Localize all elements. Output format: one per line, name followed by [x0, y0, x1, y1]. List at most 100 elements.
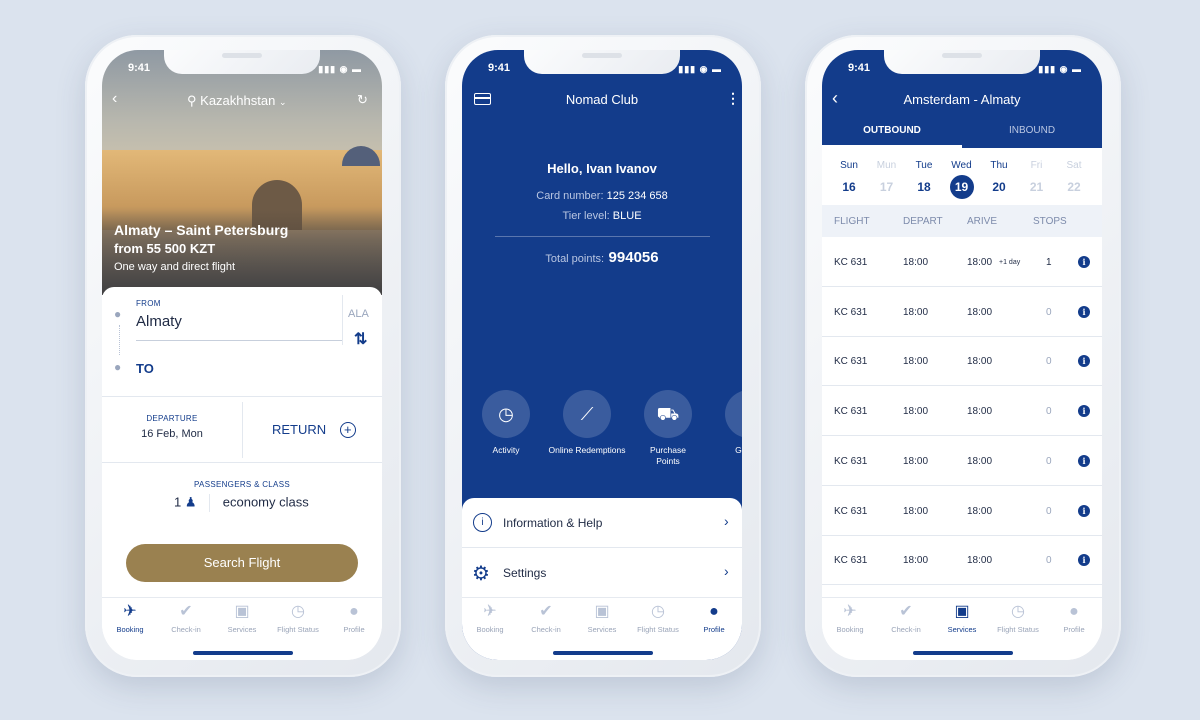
- tab-booking[interactable]: ✈ Booking: [462, 603, 518, 634]
- swap-icon[interactable]: ⇅: [354, 329, 367, 349]
- table-row[interactable]: KC 631 18:00 18:00 +1 day 1 i: [822, 237, 1102, 287]
- tab-booking[interactable]: ✈ Booking: [822, 603, 878, 634]
- tab-label: Booking: [476, 625, 504, 634]
- check-badge-icon: ✔: [899, 603, 913, 620]
- flight-number: KC 631: [834, 306, 868, 318]
- tab-label: Services: [227, 625, 257, 634]
- day-number: 17: [879, 180, 894, 194]
- tier-row: Tier level: BLUE: [462, 210, 742, 222]
- tab-flight-status[interactable]: ◷ Flight Status: [270, 603, 326, 634]
- to-input[interactable]: TO: [136, 361, 154, 376]
- tab-label: Profile: [343, 625, 365, 634]
- stops-count: 0: [1046, 455, 1052, 467]
- plane-icon: ✈: [483, 603, 497, 620]
- tab-profile[interactable]: ● Profile: [686, 603, 742, 634]
- flight-table: KC 631 18:00 18:00 +1 day 1 i KC 631 18:00 18:00…: [822, 237, 1102, 597]
- arrive-time: 18:00: [967, 505, 993, 517]
- info-icon[interactable]: i: [1078, 405, 1090, 418]
- tab-booking[interactable]: ✈ Booking: [102, 603, 158, 634]
- search-flight-button[interactable]: Search Flight: [126, 544, 358, 582]
- table-row[interactable]: KC 631 18:00 18:00 0 i: [822, 436, 1102, 486]
- day-number: 21: [1029, 180, 1044, 194]
- location-selector[interactable]: ⚲ Kazakhhstan ⌄: [187, 93, 287, 109]
- menu-item-settings[interactable]: ⚙ Settings ›: [462, 548, 742, 598]
- home-indicator: [913, 651, 1013, 655]
- depart-time: 18:00: [903, 505, 929, 517]
- phone-club: 9:41 ▮▮▮ ◉ ▬ Nomad Club ⋮ Hello, Ivan Iva…: [445, 35, 761, 677]
- club-screen: 9:41 ▮▮▮ ◉ ▬ Nomad Club ⋮ Hello, Ivan Iva…: [462, 50, 742, 660]
- day-19[interactable]: Wed 19: [943, 148, 981, 205]
- day-18[interactable]: Tue 18: [905, 148, 943, 205]
- day-name: Sat: [1066, 160, 1082, 171]
- departure-value: 16 Feb, Mon: [141, 428, 203, 440]
- menu-item-information-help[interactable]: i Information & Help ›: [462, 498, 742, 548]
- return-button[interactable]: RETURN +: [272, 422, 356, 438]
- gift-points-button[interactable]: [725, 390, 742, 438]
- tab-flight-status[interactable]: ◷ Flight Status: [630, 603, 686, 634]
- tab-check-in[interactable]: ✔ Check-in: [158, 603, 214, 634]
- activity-button[interactable]: ◷: [482, 390, 530, 438]
- tab-profile[interactable]: ● Profile: [1046, 603, 1102, 634]
- stops-count: 0: [1046, 406, 1052, 418]
- clock-icon: ◷: [651, 603, 665, 620]
- clock-icon: ◷: [291, 603, 305, 620]
- person-icon: ♟: [184, 494, 197, 510]
- info-icon: i: [473, 513, 492, 532]
- table-row[interactable]: KC 631 18:00 18:00 0 i: [822, 535, 1102, 586]
- table-row[interactable]: KC 631 18:00 18:00 0 i: [822, 336, 1102, 387]
- table-row[interactable]: KC 631 18:00 18:00 0 i: [822, 486, 1102, 536]
- tab-services[interactable]: ▣ Services: [574, 603, 630, 634]
- tab-profile[interactable]: ● Profile: [326, 603, 382, 634]
- tab-inbound[interactable]: INBOUND: [962, 125, 1102, 136]
- arrive-time: 18:00: [967, 406, 993, 418]
- day-name: Mun: [876, 160, 897, 171]
- info-icon[interactable]: i: [1078, 454, 1090, 467]
- tab-outbound[interactable]: OUTBOUND: [822, 125, 962, 136]
- tab-check-in[interactable]: ✔ Check-in: [878, 603, 934, 634]
- departure-field[interactable]: DEPARTURE 16 Feb, Mon: [102, 397, 242, 462]
- tier-label: Tier level:: [562, 210, 610, 222]
- from-input[interactable]: Almaty: [136, 313, 342, 341]
- person-icon: ●: [349, 603, 359, 620]
- signal-wifi-battery-icon: ▮▮▮ ◉ ▬: [1038, 64, 1082, 74]
- purchase-points-button[interactable]: ⛟: [644, 390, 692, 438]
- table-row[interactable]: KC 631 18:00 18:00 0 i: [822, 386, 1102, 437]
- back-icon[interactable]: ‹: [112, 90, 117, 108]
- depart-time: 18:00: [903, 406, 929, 418]
- day-16[interactable]: Sun 16: [830, 148, 868, 205]
- tab-label: Booking: [836, 625, 864, 634]
- check-badge-icon: ✔: [179, 603, 193, 620]
- flight-number: KC 631: [834, 356, 868, 368]
- status-time: 9:41: [488, 62, 511, 74]
- table-row[interactable]: KC 631 18:00 18:00 0 i: [822, 287, 1102, 337]
- info-icon[interactable]: i: [1078, 504, 1090, 517]
- status-time: 9:41: [128, 62, 151, 74]
- info-icon[interactable]: i: [1078, 305, 1090, 318]
- plane-icon: ✈: [843, 603, 857, 620]
- from-label: FROM: [136, 299, 161, 308]
- online-redemptions-button[interactable]: ⟋: [563, 390, 611, 438]
- tab-check-in[interactable]: ✔ Check-in: [518, 603, 574, 634]
- purchase-points-label: Purchase Points: [650, 445, 686, 466]
- day-22: Sat 22: [1055, 148, 1093, 205]
- tab-services[interactable]: ▣ Services: [934, 603, 990, 634]
- person-icon: ●: [709, 603, 719, 620]
- info-icon[interactable]: i: [1078, 256, 1090, 268]
- tab-label: Check-in: [171, 625, 201, 634]
- history-icon[interactable]: ↻: [357, 92, 368, 108]
- booking-screen: 9:41 ▮▮▮ ◉ ▬ ‹ ⚲ Kazakhhstan ⌄ ↻ Almaty –…: [102, 50, 382, 660]
- gear-icon: ⚙: [472, 563, 490, 585]
- day-number: 18: [917, 180, 931, 194]
- flight-number: KC 631: [834, 257, 868, 268]
- menu-label: Information & Help: [503, 516, 603, 530]
- info-icon[interactable]: i: [1078, 355, 1090, 368]
- more-icon[interactable]: ⋮: [726, 90, 740, 107]
- tab-flight-status[interactable]: ◷ Flight Status: [990, 603, 1046, 634]
- passengers-selector[interactable]: 1 ♟ economy class: [174, 494, 309, 512]
- day-20[interactable]: Thu 20: [980, 148, 1018, 205]
- column-stops: STOPS: [1033, 216, 1067, 227]
- person-icon: ●: [1069, 603, 1079, 620]
- tab-services[interactable]: ▣ Services: [214, 603, 270, 634]
- info-icon[interactable]: i: [1078, 554, 1090, 567]
- gift-points-label: G... P...: [735, 445, 742, 455]
